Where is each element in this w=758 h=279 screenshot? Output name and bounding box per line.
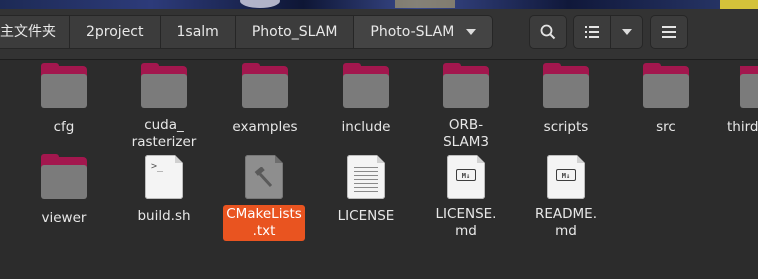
- file-item-scripts[interactable]: scripts: [516, 63, 616, 137]
- desktop-wallpaper-strip: [0, 0, 758, 9]
- folder-icon: [443, 63, 489, 108]
- main-menu-button[interactable]: [650, 15, 688, 49]
- file-item-include[interactable]: include: [316, 63, 416, 137]
- folder-icon: [643, 63, 689, 108]
- file-item-third[interactable]: third: [716, 66, 758, 137]
- file-item-orb-slam3[interactable]: ORB- SLAM3: [416, 63, 516, 152]
- file-item-license[interactable]: LICENSE: [316, 155, 416, 226]
- breadcrumb-photo-slam-underscore[interactable]: Photo_SLAM: [235, 15, 355, 49]
- file-item-cfg[interactable]: cfg: [14, 63, 114, 137]
- breadcrumb-label: 2project: [86, 24, 144, 40]
- chevron-down-icon: [466, 29, 477, 35]
- file-label: LICENSE: [337, 208, 395, 224]
- search-icon: [540, 24, 556, 40]
- folder-icon: [343, 63, 389, 108]
- breadcrumb-label: 主文件夹: [0, 24, 56, 40]
- view-options-dropdown[interactable]: [610, 15, 643, 49]
- text-file-icon: [347, 155, 385, 199]
- file-label: include: [341, 119, 391, 135]
- list-view-icon: [585, 26, 599, 38]
- file-label: src: [656, 119, 676, 135]
- file-label: third: [727, 119, 758, 135]
- folder-icon: [242, 63, 288, 108]
- file-label: cuda_ rasterizer: [131, 117, 197, 150]
- file-grid: cfg cuda_ rasterizer examples include OR…: [0, 60, 758, 279]
- markdown-file-icon: M↓: [447, 155, 485, 199]
- folder-icon: [543, 63, 589, 108]
- file-item-examples[interactable]: examples: [215, 63, 315, 137]
- file-label: examples: [232, 119, 298, 135]
- file-label: ORB- SLAM3: [443, 117, 489, 150]
- folder-icon: [740, 66, 758, 108]
- file-label: build.sh: [137, 208, 191, 224]
- file-label: cfg: [53, 119, 75, 135]
- file-manager-window: 主文件夹 2project 1salm Photo_SLAM Photo-SLA…: [0, 0, 758, 279]
- file-item-build-sh[interactable]: >_ build.sh: [114, 155, 214, 226]
- header-bar: 主文件夹 2project 1salm Photo_SLAM Photo-SLA…: [0, 0, 758, 60]
- chevron-down-icon: [621, 29, 632, 35]
- breadcrumb: 主文件夹 2project 1salm Photo_SLAM Photo-SLA…: [0, 15, 494, 49]
- file-item-license-md[interactable]: M↓ LICENSE. md: [416, 155, 516, 241]
- breadcrumb-label: Photo_SLAM: [251, 24, 338, 40]
- markdown-file-icon: M↓: [547, 155, 585, 199]
- folder-icon: [41, 154, 87, 199]
- breadcrumb-home[interactable]: 主文件夹: [0, 15, 70, 49]
- folder-icon: [41, 63, 87, 108]
- folder-icon: [141, 63, 187, 108]
- file-item-viewer[interactable]: viewer: [14, 154, 114, 228]
- breadcrumb-2project[interactable]: 2project: [70, 15, 161, 49]
- file-label: CMakeLists .txt: [223, 205, 305, 241]
- file-item-cuda-rasterizer[interactable]: cuda_ rasterizer: [114, 63, 214, 152]
- file-label: scripts: [543, 119, 589, 135]
- file-item-readme-md[interactable]: M↓ README. md: [516, 155, 616, 241]
- hamburger-menu-icon: [662, 26, 676, 38]
- breadcrumb-photo-slam-current[interactable]: Photo-SLAM: [354, 15, 494, 49]
- breadcrumb-label: 1salm: [176, 24, 219, 40]
- script-file-icon: >_: [145, 155, 183, 199]
- file-item-src[interactable]: src: [616, 63, 716, 137]
- file-label: LICENSE. md: [435, 206, 497, 239]
- file-label: README. md: [534, 206, 597, 239]
- breadcrumb-label: Photo-SLAM: [370, 24, 455, 40]
- search-button[interactable]: [529, 15, 567, 49]
- hammer-icon: [254, 167, 273, 188]
- file-item-cmakelists[interactable]: CMakeLists .txt: [214, 155, 314, 241]
- cmake-file-icon: [245, 155, 283, 199]
- file-label: viewer: [41, 210, 87, 226]
- list-view-button[interactable]: [573, 15, 611, 49]
- breadcrumb-1salm[interactable]: 1salm: [160, 15, 236, 49]
